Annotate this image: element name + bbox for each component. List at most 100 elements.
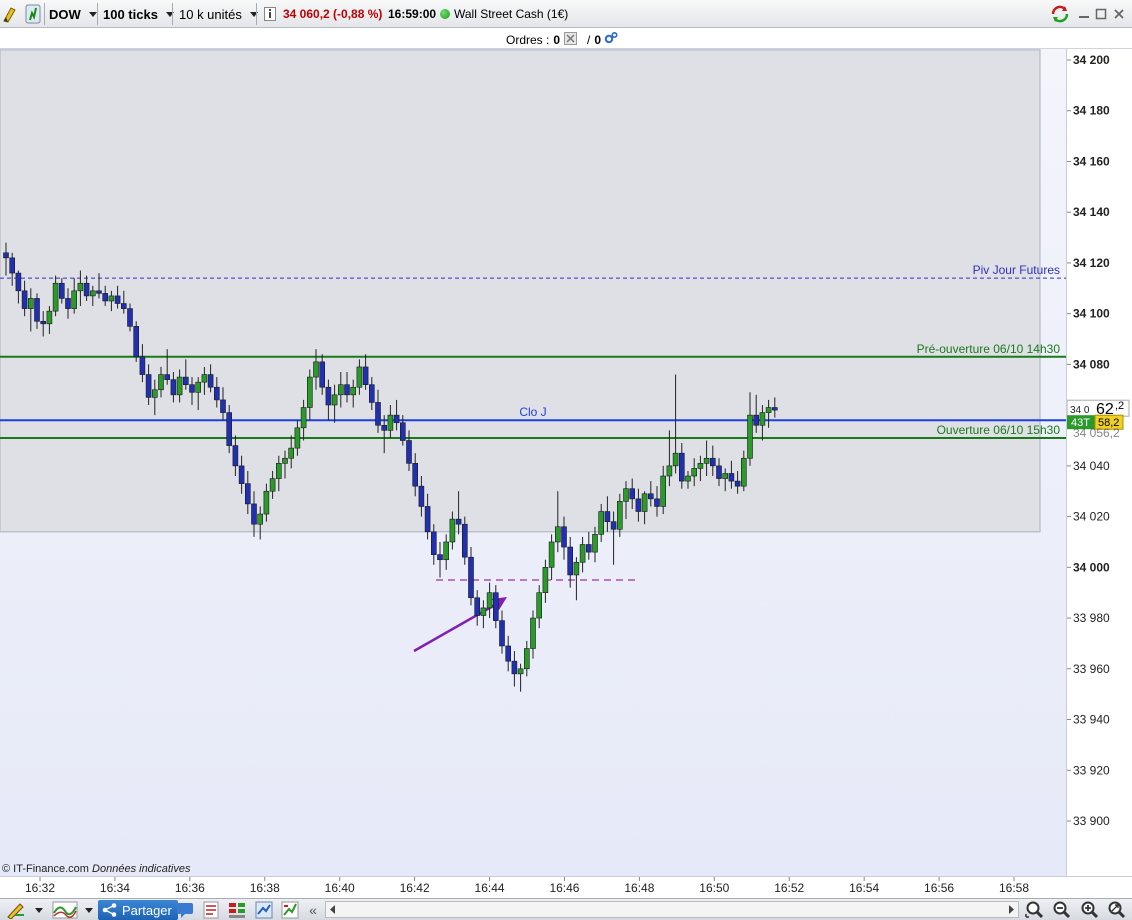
window-restore-icon[interactable] [1095,0,1111,28]
clock-time: 16:59:00 [388,7,437,21]
current-price-prefix: 34 0 [1070,405,1090,416]
candle-body [697,463,704,469]
share-label: Partager [122,902,172,918]
time-tick-label: 16:54 [849,881,879,895]
indicator-icon[interactable] [50,900,80,920]
window-minimize-icon[interactable] [1078,0,1094,28]
collapse-toolbar-button[interactable]: « [305,900,321,920]
candle-body [579,544,586,563]
price-tick-label: 33 980 [1073,611,1110,625]
credit-brand: © IT-Finance.com [2,863,89,875]
scroll-left-icon[interactable] [328,904,338,918]
trade-icon[interactable] [279,900,301,920]
candle-body [108,295,115,302]
candle-body [387,414,394,431]
bottom-toolbar: Partager « [0,898,1132,920]
candle-body [313,361,319,378]
level-label: Pré-ouverture 06/10 14h30 [917,342,1061,356]
units-select[interactable]: 10 k unités [179,0,258,28]
price-tick-label: 33 920 [1073,763,1110,777]
candle-body [424,506,431,533]
zoom-reset-icon[interactable] [1105,900,1129,920]
candle-body [443,541,450,561]
price-alert-icon[interactable] [24,0,44,28]
time-tick-label: 16:44 [475,881,505,895]
price-tick-label: 34 020 [1073,510,1110,524]
candle-body [734,480,741,487]
zoom-in-icon[interactable] [1078,900,1102,920]
candle-body [548,541,555,568]
share-icon [102,903,117,917]
level-label: Ouverture 06/10 15h30 [937,423,1061,437]
instrument-select[interactable]: DOW [49,0,97,28]
zoom-out-icon[interactable] [1050,900,1074,920]
candle-body [102,293,108,302]
price-tick-label: 33 940 [1073,713,1110,727]
candle-body [356,366,363,388]
refresh-icon[interactable] [1050,0,1072,28]
chevron-down-icon[interactable] [32,900,46,920]
candle-body [747,414,753,459]
candle-body [195,381,201,393]
candle-body [300,407,307,429]
candle-body [251,503,257,525]
chevron-down-icon[interactable] [82,900,96,920]
pencil-icon[interactable] [2,900,30,920]
candle-body [654,498,660,507]
chart-canvas[interactable]: Piv Jour Futures Pré-ouverture 06/10 14h3… [0,49,1067,876]
share-button[interactable]: Partager [98,900,178,920]
zoom-fit-icon[interactable] [1023,900,1047,920]
candle-body [139,356,146,375]
compare-icon[interactable] [253,900,275,920]
candle-body [52,282,59,312]
orders-book-icon[interactable] [226,900,248,920]
drawing-tool-icon[interactable] [2,0,22,28]
candle-body [511,660,518,675]
candle-body [728,473,735,482]
price-chart[interactable]: Piv Jour Futures Pré-ouverture 06/10 14h3… [0,49,1067,876]
candle-body [567,546,574,576]
candle-body [65,298,71,309]
candle-body [15,272,22,292]
instrument-label: DOW [49,6,81,22]
candle-body [282,457,288,464]
candle-body [660,475,667,507]
credit-note: Données indicatives [92,863,191,875]
price-axis[interactable]: 34 200 34 180 34 160 34 140 34 120 34 100 34 0… [1066,49,1132,876]
candle-body [530,617,536,649]
price-axis-canvas: 34 200 34 180 34 160 34 140 34 120 34 100 34 0… [1066,53,1130,828]
scroll-right-icon[interactable] [1006,904,1016,918]
price-tick-label: 34 120 [1073,256,1110,270]
info-icon[interactable] [264,0,276,28]
candle-body [275,463,282,479]
candle-body [145,374,152,398]
candle-body [536,592,543,619]
window-close-icon[interactable] [1113,0,1129,28]
candle-body [685,475,691,482]
candle-body [90,290,96,297]
candle-body [3,252,9,259]
time-axis[interactable]: 16:32 16:34 16:36 16:38 16:40 16:42 16:44 16:46… [0,876,1132,898]
range-box [0,49,1041,533]
candle-body [641,493,648,512]
candle-body [257,513,264,525]
candle-body [678,452,685,482]
candle-body [740,457,747,487]
orders-bar: Ordres : 0 / 0 [0,28,1132,49]
orders-cancel-icon[interactable] [564,31,578,48]
candle-body [691,468,698,477]
settings-icon[interactable] [604,31,618,48]
level-label: Piv Jour Futures [973,263,1060,277]
candle-body [523,648,530,670]
notes-icon[interactable] [200,900,222,920]
candle-body [561,526,567,548]
chart-scrollbar[interactable] [325,901,1019,918]
period-select[interactable]: 100 ticks [103,0,174,28]
candle-body [238,465,245,484]
candle-body [635,498,642,512]
chat-icon[interactable] [174,900,196,920]
candle-body [214,386,220,401]
price-tick-label: 33 900 [1073,814,1110,828]
candle-body [350,386,357,396]
price-tick-label: 34 180 [1073,104,1110,118]
